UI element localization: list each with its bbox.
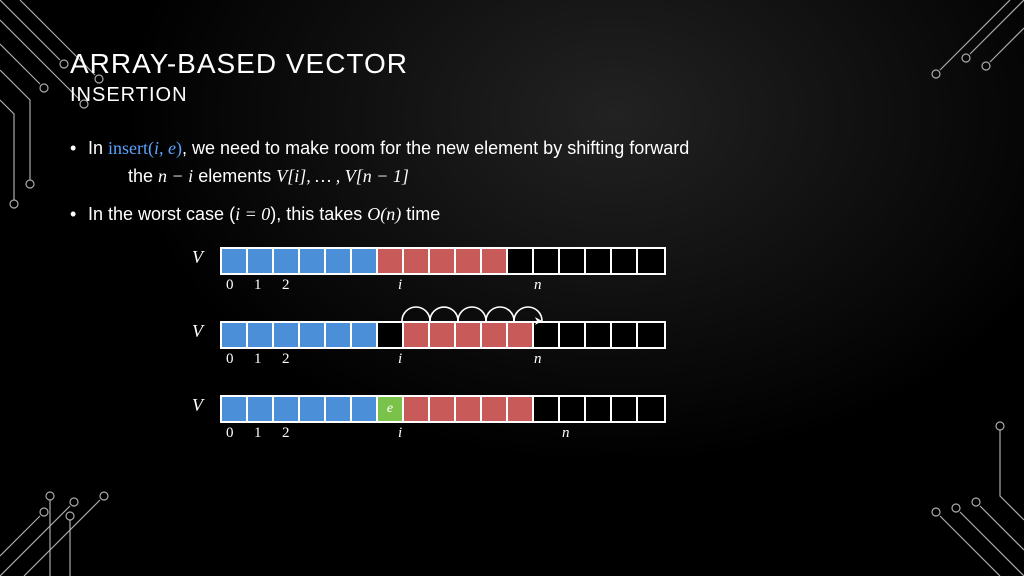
index: 1 bbox=[254, 425, 262, 442]
index-n: n bbox=[562, 425, 570, 442]
array-cell bbox=[638, 249, 664, 273]
text: , we need to make room for the new eleme… bbox=[182, 138, 689, 158]
array-cell bbox=[222, 249, 248, 273]
array-cells: e bbox=[220, 395, 666, 423]
array-cell bbox=[430, 249, 456, 273]
array-cell bbox=[352, 397, 378, 421]
array-cell bbox=[352, 249, 378, 273]
array-row-3: V e 0 1 2 i n bbox=[220, 395, 954, 441]
array-row-1: V 0 1 2 i n bbox=[220, 247, 954, 293]
array-cell bbox=[222, 397, 248, 421]
slide-title: ARRAY-BASED VECTOR bbox=[70, 48, 954, 80]
bullet-1-line2: the n − i elements V[i], … , V[n − 1] bbox=[88, 163, 954, 191]
array-cells bbox=[220, 247, 666, 275]
array-cell bbox=[456, 397, 482, 421]
index: 0 bbox=[226, 351, 234, 368]
array-cell bbox=[638, 397, 664, 421]
bullet-list: In insert(i, e), we need to make room fo… bbox=[70, 135, 954, 229]
array-cell bbox=[508, 249, 534, 273]
array-cell bbox=[274, 397, 300, 421]
array-cell bbox=[560, 397, 586, 421]
array-label: V bbox=[192, 395, 203, 416]
array-cell bbox=[300, 249, 326, 273]
math: O(n) bbox=[367, 204, 401, 224]
array-cell bbox=[612, 397, 638, 421]
array-row-2: V 0 1 2 i n bbox=[220, 321, 954, 367]
array-cell bbox=[560, 249, 586, 273]
array-indices: 0 1 2 i n bbox=[220, 349, 954, 367]
array-cell bbox=[534, 397, 560, 421]
array-cell bbox=[430, 397, 456, 421]
slide-content: ARRAY-BASED VECTOR INSERTION In insert(i… bbox=[0, 0, 1024, 441]
array-cell bbox=[404, 397, 430, 421]
math: n − i bbox=[158, 166, 193, 186]
array-cell bbox=[248, 397, 274, 421]
index-i: i bbox=[398, 351, 402, 368]
text: the bbox=[128, 166, 158, 186]
bullet-1: In insert(i, e), we need to make room fo… bbox=[70, 135, 954, 191]
shift-arcs bbox=[220, 299, 820, 329]
array-cell bbox=[378, 249, 404, 273]
array-cell bbox=[508, 397, 534, 421]
text: In bbox=[88, 138, 108, 158]
fn-args: i, e bbox=[154, 138, 176, 158]
array-indices: 0 1 2 i n bbox=[220, 423, 954, 441]
array-cell bbox=[248, 249, 274, 273]
index-n: n bbox=[534, 277, 542, 294]
index: 2 bbox=[282, 277, 290, 294]
index-i: i bbox=[398, 425, 402, 442]
text: ), this takes bbox=[270, 204, 367, 224]
math: i = 0 bbox=[235, 204, 270, 224]
index: 1 bbox=[254, 351, 262, 368]
array-label: V bbox=[192, 247, 203, 268]
slide-subtitle: INSERTION bbox=[70, 84, 954, 107]
index-i: i bbox=[398, 277, 402, 294]
array-label: V bbox=[192, 321, 203, 342]
index-n: n bbox=[534, 351, 542, 368]
fn-name: insert( bbox=[108, 138, 154, 158]
array-cell bbox=[274, 249, 300, 273]
array-cell bbox=[482, 397, 508, 421]
array-indices: 0 1 2 i n bbox=[220, 275, 954, 293]
text: In the worst case ( bbox=[88, 204, 235, 224]
array-cell bbox=[300, 397, 326, 421]
array-cell: e bbox=[378, 397, 404, 421]
array-cell bbox=[326, 397, 352, 421]
index: 1 bbox=[254, 277, 262, 294]
array-cell bbox=[534, 249, 560, 273]
index: 0 bbox=[226, 277, 234, 294]
index: 2 bbox=[282, 351, 290, 368]
math: V[i], … , V[n − 1] bbox=[276, 166, 409, 186]
text: elements bbox=[193, 166, 276, 186]
array-diagrams: V 0 1 2 i n bbox=[220, 247, 954, 441]
array-cell bbox=[326, 249, 352, 273]
array-cell bbox=[404, 249, 430, 273]
array-cell bbox=[482, 249, 508, 273]
text: time bbox=[401, 204, 440, 224]
array-cell bbox=[456, 249, 482, 273]
index: 2 bbox=[282, 425, 290, 442]
bullet-2: In the worst case (i = 0), this takes O(… bbox=[70, 201, 954, 229]
index: 0 bbox=[226, 425, 234, 442]
array-cell bbox=[612, 249, 638, 273]
array-cell bbox=[586, 397, 612, 421]
array-cell bbox=[586, 249, 612, 273]
